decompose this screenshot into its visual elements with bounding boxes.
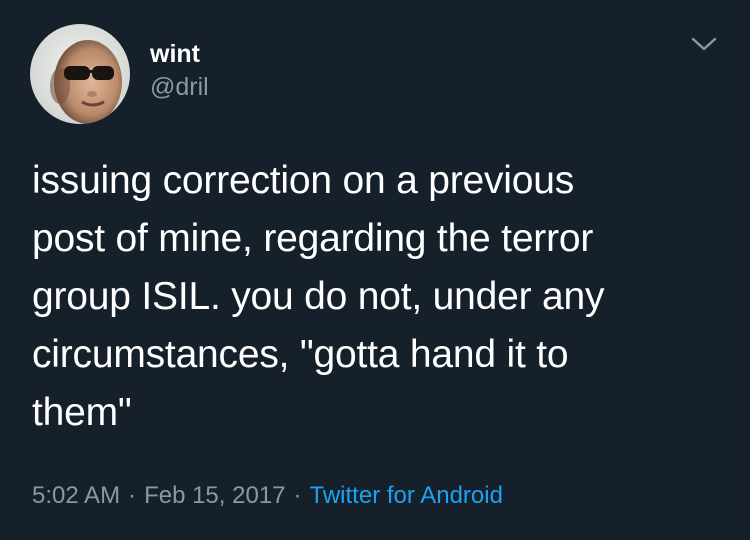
tweet-source-link[interactable]: Twitter for Android: [310, 482, 503, 509]
tweet-header: wint @dril: [30, 24, 209, 124]
avatar[interactable]: [30, 24, 130, 124]
handle[interactable]: @dril: [150, 71, 209, 103]
avatar-image: [30, 24, 130, 124]
meta-separator: ·: [293, 482, 302, 509]
tweet-text: issuing correction on a previous post of…: [32, 159, 605, 434]
tweet-card: wint @dril issuing correction on a previ…: [0, 0, 750, 540]
author-names: wint @dril: [150, 39, 209, 103]
tweet-date[interactable]: Feb 15, 2017: [144, 482, 285, 509]
tweet-time[interactable]: 5:02 AM: [32, 482, 120, 509]
meta-separator: ·: [128, 482, 137, 509]
display-name[interactable]: wint: [150, 39, 209, 69]
chevron-down-icon[interactable]: [690, 34, 718, 54]
tweet-meta: 5:02 AM · Feb 15, 2017 · Twitter for Android: [32, 480, 503, 512]
